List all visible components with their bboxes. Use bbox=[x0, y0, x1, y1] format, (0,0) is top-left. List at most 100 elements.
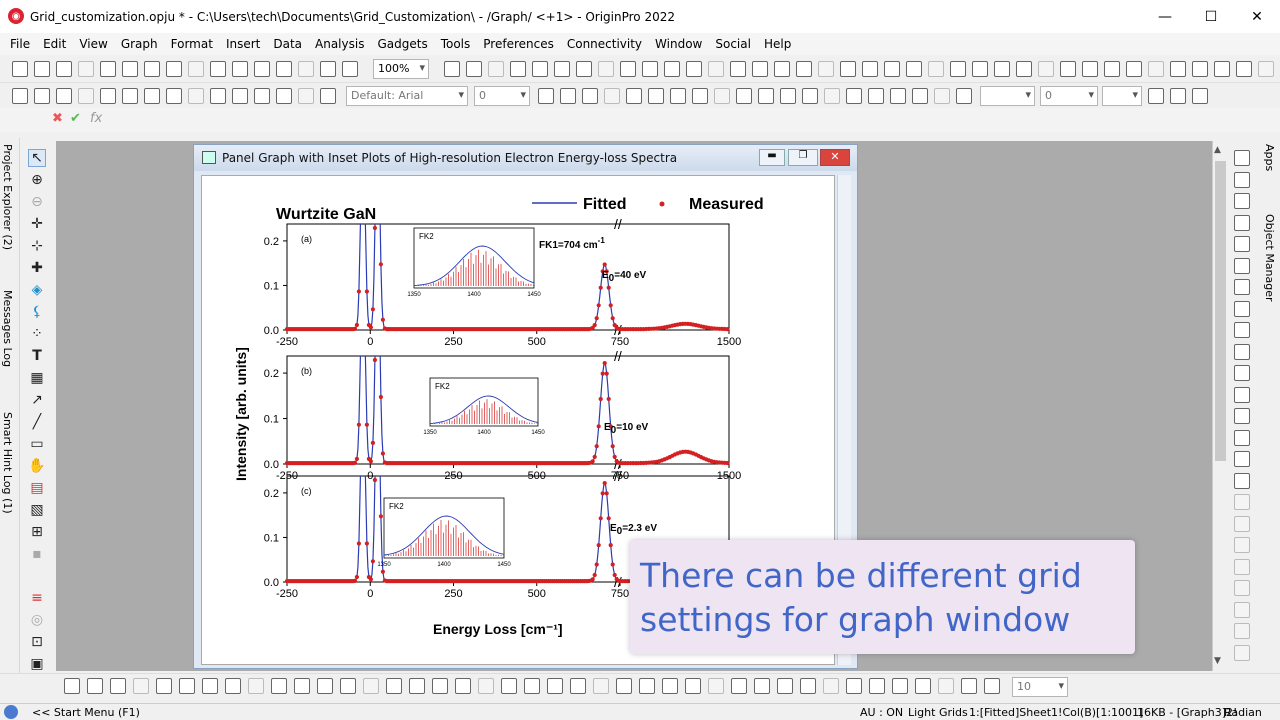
plot-tool-button-icon[interactable] bbox=[662, 678, 678, 694]
graph-restore-button[interactable]: ❐ bbox=[788, 149, 818, 166]
standard-tool-button-icon[interactable] bbox=[730, 61, 746, 77]
standard-tool-button-icon[interactable] bbox=[100, 61, 116, 77]
standard-tool-button-icon[interactable] bbox=[1192, 61, 1208, 77]
start-menu-link[interactable]: << Start Menu (F1) bbox=[32, 706, 140, 719]
standard-tool-button-icon[interactable] bbox=[1038, 61, 1054, 77]
format-tool-button-icon[interactable] bbox=[320, 88, 336, 104]
standard-tool-button-icon[interactable] bbox=[1258, 61, 1274, 77]
format-tool-button-icon[interactable] bbox=[912, 88, 928, 104]
standard-tool-button-icon[interactable] bbox=[56, 61, 72, 77]
data-selector-icon[interactable]: ◈ bbox=[28, 281, 46, 299]
layer-tool-icon[interactable] bbox=[1234, 343, 1250, 360]
layer-tool-icon[interactable] bbox=[1234, 279, 1250, 295]
plot-tool-button-icon[interactable] bbox=[133, 678, 149, 694]
standard-tool-button-icon[interactable] bbox=[342, 61, 358, 77]
format-tool-button-icon[interactable] bbox=[626, 88, 642, 104]
standard-tool-button-icon[interactable] bbox=[862, 61, 878, 77]
format-tool-button-icon[interactable] bbox=[276, 88, 292, 104]
format-tool-button-icon[interactable] bbox=[582, 88, 598, 104]
menu-format[interactable]: Format bbox=[171, 37, 213, 51]
standard-tool-button-icon[interactable] bbox=[906, 61, 922, 77]
plot-tool-button-icon[interactable] bbox=[869, 678, 885, 694]
layer-tool-icon[interactable] bbox=[1234, 601, 1250, 618]
standard-tool-button-icon[interactable] bbox=[620, 61, 636, 77]
smart-hint-log-tab[interactable]: Smart Hint Log (1) bbox=[1, 412, 14, 514]
standard-tool-button-icon[interactable] bbox=[840, 61, 856, 77]
plot-tool-button-icon[interactable] bbox=[478, 678, 494, 694]
annotation-icon[interactable]: ▦ bbox=[28, 369, 46, 387]
standard-tool-button-icon[interactable] bbox=[1060, 61, 1076, 77]
insert-image-icon[interactable]: ▧ bbox=[28, 501, 46, 519]
plot-tool-button-icon[interactable] bbox=[409, 678, 425, 694]
standard-tool-button-icon[interactable] bbox=[122, 61, 138, 77]
format-tool-button-icon[interactable] bbox=[824, 88, 840, 104]
format-tool-button-icon[interactable] bbox=[100, 88, 116, 104]
plot-tool-button-icon[interactable] bbox=[202, 678, 218, 694]
format-tool-button-icon[interactable] bbox=[802, 88, 818, 104]
standard-tool-button-icon[interactable] bbox=[298, 61, 314, 77]
standard-tool-button-icon[interactable] bbox=[532, 61, 548, 77]
standard-tool-button-icon[interactable] bbox=[210, 61, 226, 77]
layer-tool-icon[interactable] bbox=[1234, 494, 1250, 510]
plot-tool-button-icon[interactable] bbox=[639, 678, 655, 694]
standard-tool-button-icon[interactable] bbox=[232, 61, 248, 77]
zoom-in-tool-icon[interactable]: ⊕ bbox=[28, 171, 46, 189]
plot-tool-button-icon[interactable] bbox=[892, 678, 908, 694]
disabled-tool-icon[interactable]: ▪ bbox=[28, 545, 46, 563]
menu-connectivity[interactable]: Connectivity bbox=[567, 37, 642, 51]
menu-edit[interactable]: Edit bbox=[43, 37, 66, 51]
format-tool-button-icon[interactable] bbox=[758, 88, 774, 104]
standard-tool-button-icon[interactable] bbox=[576, 61, 592, 77]
menu-file[interactable]: File bbox=[10, 37, 30, 51]
format-tool-button-icon[interactable] bbox=[34, 88, 50, 104]
format-tool-button-icon[interactable] bbox=[188, 88, 204, 104]
standard-tool-button-icon[interactable] bbox=[320, 61, 336, 77]
standard-tool-button-icon[interactable] bbox=[972, 61, 988, 77]
format-tool-button-icon[interactable] bbox=[1170, 88, 1186, 104]
standard-tool-button-icon[interactable] bbox=[488, 61, 504, 77]
apps-tab[interactable]: Apps bbox=[1263, 144, 1276, 171]
project-explorer-tab[interactable]: Project Explorer (2) bbox=[1, 144, 14, 250]
format-tool-button-icon[interactable] bbox=[144, 88, 160, 104]
layer-tool-icon[interactable] bbox=[1234, 150, 1250, 166]
layer-tool-icon[interactable] bbox=[1234, 408, 1250, 424]
plot-tool-button-icon[interactable] bbox=[248, 678, 264, 694]
standard-tool-button-icon[interactable] bbox=[884, 61, 900, 77]
format-tool-button-icon[interactable] bbox=[780, 88, 796, 104]
format-tool-button-icon[interactable] bbox=[56, 88, 72, 104]
rectangle-tool-icon[interactable]: ▭ bbox=[28, 435, 46, 453]
close-button[interactable]: ✕ bbox=[1234, 0, 1280, 33]
plot-tool-button-icon[interactable] bbox=[294, 678, 310, 694]
line-tool-icon[interactable]: ╱ bbox=[28, 413, 46, 431]
format-tool-button-icon[interactable] bbox=[210, 88, 226, 104]
scroll-up-icon[interactable]: ▲ bbox=[1214, 145, 1221, 155]
plot-tool-button-icon[interactable] bbox=[386, 678, 402, 694]
pattern-combo[interactable] bbox=[1102, 86, 1142, 106]
plot-tool-button-icon[interactable] bbox=[271, 678, 287, 694]
vertical-scrollbar[interactable]: ▲ ▼ bbox=[1212, 141, 1228, 671]
plot-tool-button-icon[interactable] bbox=[938, 678, 954, 694]
standard-tool-button-icon[interactable] bbox=[188, 61, 204, 77]
menu-preferences[interactable]: Preferences bbox=[483, 37, 554, 51]
layer-tool-icon[interactable] bbox=[1234, 214, 1250, 231]
layer-tool-icon[interactable] bbox=[1234, 386, 1250, 403]
standard-tool-button-icon[interactable] bbox=[928, 61, 944, 77]
standard-tool-button-icon[interactable] bbox=[1104, 61, 1120, 77]
color-palette-icon[interactable]: ≡ bbox=[28, 589, 46, 607]
format-tool-button-icon[interactable] bbox=[846, 88, 862, 104]
standard-tool-button-icon[interactable] bbox=[752, 61, 768, 77]
hand-tool-icon[interactable]: ✋ bbox=[28, 457, 46, 475]
plot-tool-button-icon[interactable] bbox=[800, 678, 816, 694]
plot-tool-button-icon[interactable] bbox=[754, 678, 770, 694]
line-width-combo[interactable]: 0 bbox=[1040, 86, 1098, 106]
maximize-button[interactable]: ☐ bbox=[1188, 0, 1234, 33]
plot-tool-button-icon[interactable] bbox=[823, 678, 839, 694]
pointer-tool-icon[interactable]: ↖ bbox=[28, 149, 46, 167]
plot-tool-button-icon[interactable] bbox=[317, 678, 333, 694]
minimize-button[interactable]: — bbox=[1142, 0, 1188, 33]
plot-tool-button-icon[interactable] bbox=[616, 678, 632, 694]
formula-input[interactable] bbox=[112, 110, 1262, 130]
standard-tool-button-icon[interactable] bbox=[818, 61, 834, 77]
format-tool-button-icon[interactable] bbox=[934, 88, 950, 104]
menu-tools[interactable]: Tools bbox=[441, 37, 471, 51]
